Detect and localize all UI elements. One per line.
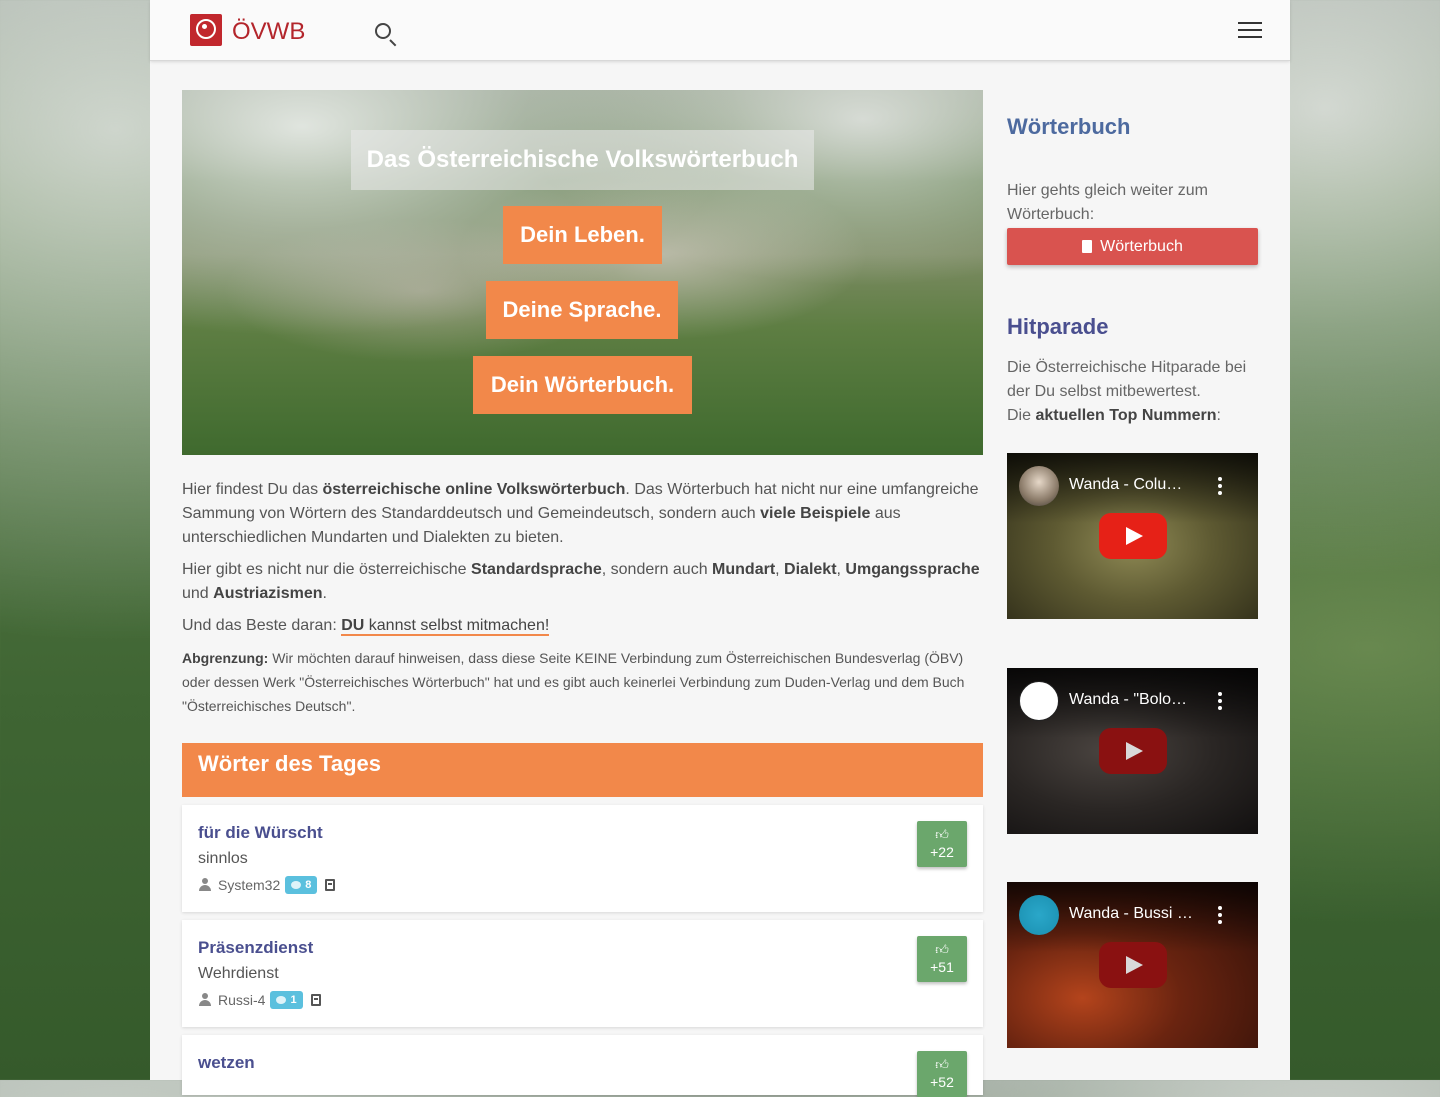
top-navbar: ÖVWB <box>150 0 1290 61</box>
book-icon <box>1082 240 1093 253</box>
video-title[interactable]: Wanda - "Bolo… <box>1069 691 1209 709</box>
channel-avatar[interactable] <box>1019 466 1059 506</box>
hero-banner: Das Österreichische Volkswörterbuch Dein… <box>182 90 983 455</box>
word-meaning: sinnlos <box>198 850 248 867</box>
thumbs-up-icon: 👍︎ <box>935 827 949 842</box>
intro-paragraph-2: Hier gibt es nicht nur die österreichisc… <box>182 561 980 602</box>
vote-count: +22 <box>930 844 954 860</box>
hitparade-text: Die Österreichische Hitparade bei der Du… <box>1007 359 1247 424</box>
upvote-button[interactable]: 👍︎ +51 <box>917 936 967 982</box>
vote-count: +52 <box>930 1074 954 1090</box>
word-title-link[interactable]: für die Würscht <box>198 823 323 843</box>
channel-avatar[interactable] <box>1019 681 1059 721</box>
word-title-link[interactable]: Präsenzdienst <box>198 938 313 958</box>
video-embed[interactable]: Wanda - Bussi … <box>1007 882 1258 1048</box>
play-icon[interactable] <box>1099 728 1167 774</box>
more-options-icon[interactable] <box>1218 906 1222 924</box>
thumbs-up-icon: 👍︎ <box>935 942 949 957</box>
more-options-icon[interactable] <box>1218 692 1222 710</box>
words-of-day-header: Wörter des Tages <box>182 743 983 797</box>
search-icon[interactable] <box>375 23 391 39</box>
word-card: Präsenzdienst Wehrdienst Russi-4 1 👍︎ +5… <box>182 920 983 1027</box>
hero-button-woerterbuch[interactable]: Dein Wörterbuch. <box>473 356 692 414</box>
more-options-icon[interactable] <box>1218 477 1222 495</box>
user-icon <box>198 878 212 892</box>
mitmachen-link[interactable]: DU kannst selbst mitmachen! <box>341 617 550 636</box>
dictionary-text: Hier gehts gleich weiter zum Wörterbuch: <box>1007 182 1208 223</box>
comment-icon <box>291 881 302 889</box>
word-meta: Russi-4 1 <box>198 991 321 1009</box>
hero-button-leben[interactable]: Dein Leben. <box>503 206 662 264</box>
hitparade-heading: Hitparade <box>1007 314 1109 339</box>
brand-name[interactable]: ÖVWB <box>232 18 305 46</box>
words-of-day-title: Wörter des Tages <box>198 751 381 776</box>
comment-icon <box>276 996 287 1004</box>
thumbs-up-icon: 👍︎ <box>935 1057 949 1072</box>
video-title[interactable]: Wanda - Bussi … <box>1069 905 1209 923</box>
page-container: ÖVWB Das Österreichische Volkswörterbuch… <box>150 0 1290 1097</box>
video-embed[interactable]: Wanda - Colu… <box>1007 453 1258 619</box>
disclaimer-paragraph: Abgrenzung: Wir möchten darauf hinweisen… <box>182 650 965 714</box>
word-card: für die Würscht sinnlos System32 8 👍︎ +2… <box>182 805 983 912</box>
play-icon[interactable] <box>1099 942 1167 988</box>
book-icon[interactable] <box>325 879 336 891</box>
intro-paragraph-3: Und das Beste daran: DU kannst selbst mi… <box>182 617 550 636</box>
upvote-button[interactable]: 👍︎ +22 <box>917 821 967 867</box>
dictionary-button[interactable]: Wörterbuch <box>1007 228 1258 265</box>
video-title[interactable]: Wanda - Colu… <box>1069 476 1209 494</box>
comment-count-badge[interactable]: 1 <box>270 991 303 1009</box>
word-author[interactable]: Russi-4 <box>218 992 265 1008</box>
user-icon <box>198 993 212 1007</box>
word-card: wetzen 👍︎ +52 <box>182 1035 983 1097</box>
hero-title: Das Österreichische Volkswörterbuch <box>351 130 814 190</box>
intro-paragraph-1: Hier findest Du das österreichische onli… <box>182 481 979 546</box>
word-meaning: Wehrdienst <box>198 965 279 982</box>
play-icon[interactable] <box>1099 513 1167 559</box>
vote-count: +51 <box>930 959 954 975</box>
channel-avatar[interactable] <box>1019 895 1059 935</box>
upvote-button[interactable]: 👍︎ +52 <box>917 1051 967 1097</box>
hero-button-sprache[interactable]: Deine Sprache. <box>486 281 678 339</box>
word-author[interactable]: System32 <box>218 877 280 893</box>
menu-icon[interactable] <box>1238 22 1262 38</box>
video-embed[interactable]: Wanda - "Bolo… <box>1007 668 1258 834</box>
logo-icon[interactable] <box>190 14 222 46</box>
book-icon[interactable] <box>310 994 321 1006</box>
word-meta: System32 8 <box>198 876 336 894</box>
word-title-link[interactable]: wetzen <box>198 1053 255 1073</box>
intro-text: Hier findest Du das österreichische onli… <box>182 478 987 726</box>
comment-count-badge[interactable]: 8 <box>285 876 318 894</box>
dictionary-heading: Wörterbuch <box>1007 114 1131 139</box>
